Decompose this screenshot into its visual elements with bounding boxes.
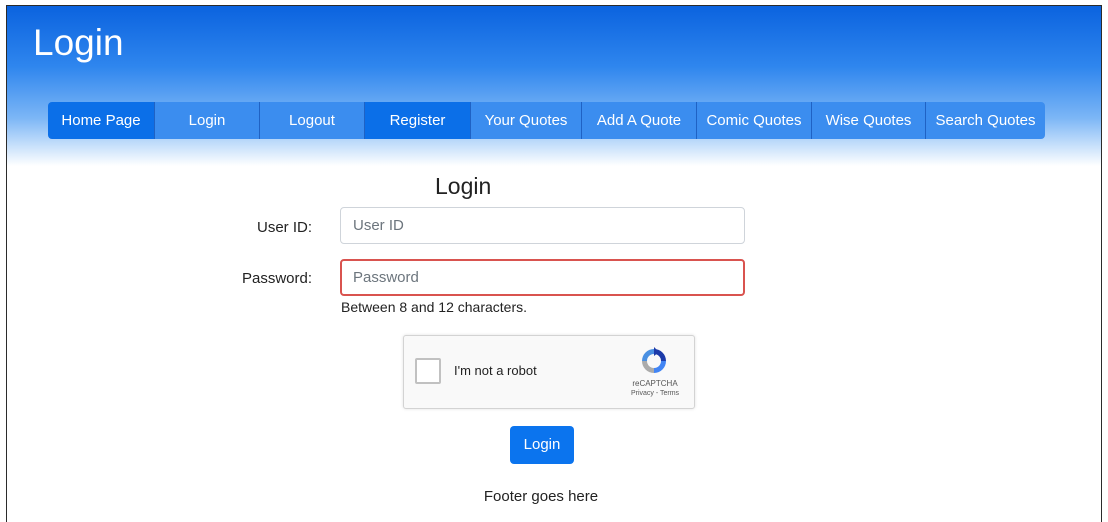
- site-title: Login: [33, 22, 124, 63]
- footer-text: Footer goes here: [483, 488, 599, 505]
- site-header: Login Home Page Login Logout Register Yo…: [7, 6, 1101, 166]
- user-id-label: User ID:: [256, 219, 312, 236]
- main-nav: Home Page Login Logout Register Your Quo…: [48, 102, 1045, 139]
- form-title: Login: [435, 173, 492, 199]
- nav-comic-quotes[interactable]: Comic Quotes: [697, 102, 812, 139]
- recaptcha-checkbox[interactable]: [415, 358, 441, 384]
- nav-register[interactable]: Register: [365, 102, 471, 139]
- password-input[interactable]: [340, 259, 745, 296]
- recaptcha-label: I'm not a robot: [454, 363, 537, 378]
- nav-add-a-quote[interactable]: Add A Quote: [582, 102, 697, 139]
- password-label: Password:: [241, 270, 312, 287]
- recaptcha-logo-icon: [642, 347, 666, 373]
- recaptcha-widget: I'm not a robot reCAPTCHA Privacy - Term…: [403, 335, 695, 409]
- login-button[interactable]: Login: [510, 426, 574, 464]
- page-frame: Login Home Page Login Logout Register Yo…: [6, 5, 1102, 522]
- recaptcha-brand: reCAPTCHA: [632, 379, 678, 388]
- nav-search-quotes[interactable]: Search Quotes: [926, 102, 1045, 139]
- nav-home-page[interactable]: Home Page: [48, 102, 155, 139]
- nav-login[interactable]: Login: [155, 102, 260, 139]
- nav-logout[interactable]: Logout: [260, 102, 365, 139]
- password-help-text: Between 8 and 12 characters.: [341, 299, 528, 315]
- nav-your-quotes[interactable]: Your Quotes: [471, 102, 582, 139]
- user-id-input[interactable]: [340, 207, 745, 244]
- recaptcha-links[interactable]: Privacy - Terms: [622, 390, 688, 397]
- nav-wise-quotes[interactable]: Wise Quotes: [812, 102, 926, 139]
